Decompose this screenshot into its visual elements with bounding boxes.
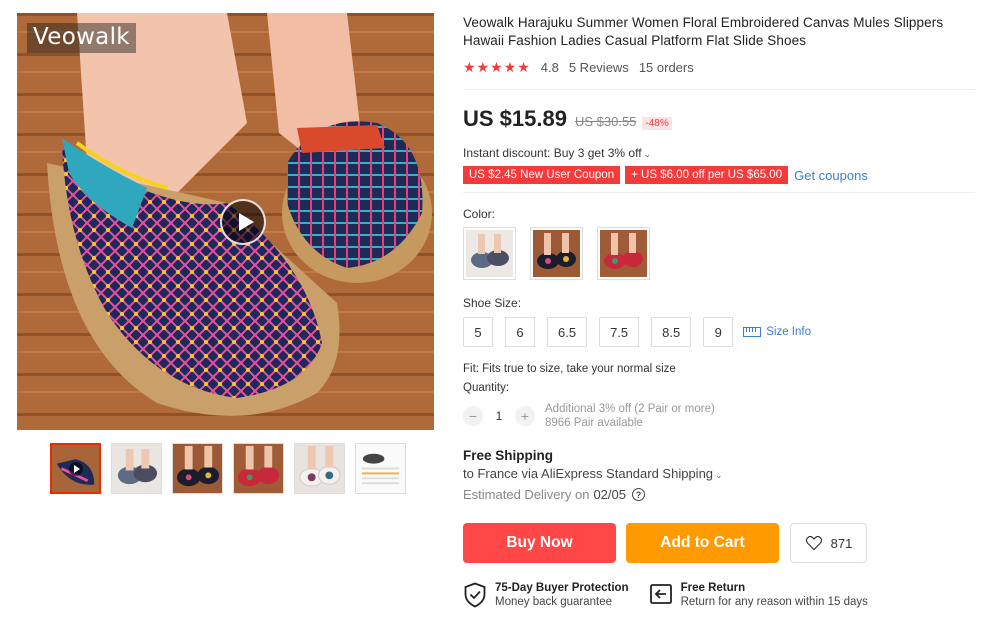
- thumbnail-strip: [50, 443, 406, 494]
- ruler-icon: [743, 327, 762, 337]
- color-option-red[interactable]: [597, 227, 650, 280]
- size-option[interactable]: 7.5: [599, 317, 640, 347]
- quantity-decrease-button[interactable]: −: [463, 406, 483, 426]
- current-price: US $15.89: [463, 106, 567, 131]
- delivery-date: 02/05: [593, 487, 626, 502]
- size-label: Shoe Size:: [463, 296, 522, 310]
- chevron-down-icon: ⌄: [643, 149, 652, 159]
- stock-available: 8966 Pair available: [545, 417, 643, 429]
- quantity-label: Quantity:: [463, 382, 510, 394]
- color-label: Color:: [463, 207, 496, 221]
- thumbnail-3[interactable]: [172, 443, 223, 494]
- rating-value: 4.8: [540, 60, 559, 75]
- guarantees: 75-Day Buyer Protection Money back guara…: [463, 582, 975, 609]
- instant-discount[interactable]: Instant discount: Buy 3 get 3% off ⌄: [463, 146, 975, 160]
- estimated-delivery: Estimated Delivery on 02/05 ?: [463, 487, 975, 502]
- size-options: 5 6 6.5 7.5 8.5 9 Size Info: [463, 317, 975, 347]
- instant-discount-text: Instant discount: Buy 3 get 3% off: [463, 146, 642, 160]
- color-option-blue[interactable]: [463, 227, 516, 280]
- size-option[interactable]: 5: [463, 317, 493, 347]
- bulk-discount-note: Additional 3% off (2 Pair or more): [545, 403, 715, 415]
- thumbnail-2[interactable]: [111, 443, 162, 494]
- play-icon: [69, 462, 83, 476]
- heart-icon: [805, 535, 822, 551]
- product-info-panel: Veowalk Harajuku Summer Women Floral Emb…: [463, 14, 975, 609]
- product-title: Veowalk Harajuku Summer Women Floral Emb…: [463, 15, 944, 48]
- new-user-coupon[interactable]: US $2.45 New User Coupon: [463, 166, 621, 184]
- add-to-cart-button[interactable]: Add to Cart: [626, 523, 779, 563]
- help-icon[interactable]: ?: [632, 488, 645, 501]
- size-option[interactable]: 9: [703, 317, 734, 347]
- quantity-note: Additional 3% off (2 Pair or more) 8966 …: [545, 402, 715, 430]
- buyer-protection: 75-Day Buyer Protection Money back guara…: [463, 582, 629, 609]
- thumbnail-size-chart[interactable]: [355, 443, 406, 494]
- free-return: Free Return Return for any reason within…: [649, 582, 868, 609]
- shipping-method[interactable]: to France via AliExpress Standard Shippi…: [463, 466, 975, 481]
- shipping-method-text: to France via AliExpress Standard Shippi…: [463, 466, 714, 481]
- store-coupon[interactable]: + US $6.00 off per US $65.00: [625, 166, 789, 184]
- orders-count: 15 orders: [638, 60, 694, 75]
- discount-badge: -48%: [642, 117, 672, 130]
- shield-check-icon: [464, 582, 486, 608]
- get-coupons-link[interactable]: Get coupons: [794, 168, 868, 183]
- quantity-value[interactable]: 1: [483, 409, 515, 423]
- color-swatches: [463, 227, 975, 280]
- chevron-down-icon: ⌄: [715, 470, 723, 480]
- return-icon: [649, 584, 672, 604]
- star-rating-icon: ★★★★★: [463, 59, 531, 75]
- size-info-link[interactable]: Size Info: [743, 326, 811, 338]
- thumbnail-5[interactable]: [294, 443, 345, 494]
- brand-watermark: Veowalk: [27, 23, 136, 53]
- buy-now-button[interactable]: Buy Now: [463, 523, 616, 563]
- protection-title: 75-Day Buyer Protection: [495, 582, 629, 594]
- fit-note: Fit: Fits true to size, take your normal…: [463, 363, 676, 375]
- price-row: US $15.89 US $30.55 -48%: [463, 106, 975, 132]
- coupons-row: US $2.45 New User Coupon + US $6.00 off …: [463, 166, 975, 184]
- wishlist-button[interactable]: 871: [790, 523, 867, 563]
- color-option-black[interactable]: [530, 227, 583, 280]
- return-title: Free Return: [680, 582, 746, 594]
- divider: [463, 89, 975, 90]
- protection-subtitle: Money back guarantee: [495, 596, 612, 608]
- thumbnail-video[interactable]: [50, 443, 101, 494]
- delivery-label: Estimated Delivery on: [463, 487, 590, 502]
- size-info-label: Size Info: [766, 326, 811, 338]
- rating-row: ★★★★★ 4.8 5 Reviews 15 orders: [463, 59, 975, 76]
- divider: [463, 192, 975, 193]
- play-video-button[interactable]: [220, 199, 266, 245]
- wishlist-count: 871: [830, 535, 853, 551]
- original-price: US $30.55: [574, 114, 637, 129]
- size-option[interactable]: 6.5: [547, 317, 588, 347]
- main-product-image[interactable]: Veowalk: [17, 13, 434, 430]
- thumbnail-4[interactable]: [233, 443, 284, 494]
- quantity-stepper: − 1 + Additional 3% off (2 Pair or more)…: [463, 402, 975, 430]
- quantity-increase-button[interactable]: +: [515, 406, 535, 426]
- return-subtitle: Return for any reason within 15 days: [680, 596, 868, 608]
- shipping-title: Free Shipping: [463, 448, 554, 463]
- reviews-link[interactable]: 5 Reviews: [569, 60, 629, 75]
- purchase-actions: Buy Now Add to Cart 871: [463, 523, 975, 563]
- size-option[interactable]: 6: [505, 317, 535, 347]
- size-option[interactable]: 8.5: [651, 317, 692, 347]
